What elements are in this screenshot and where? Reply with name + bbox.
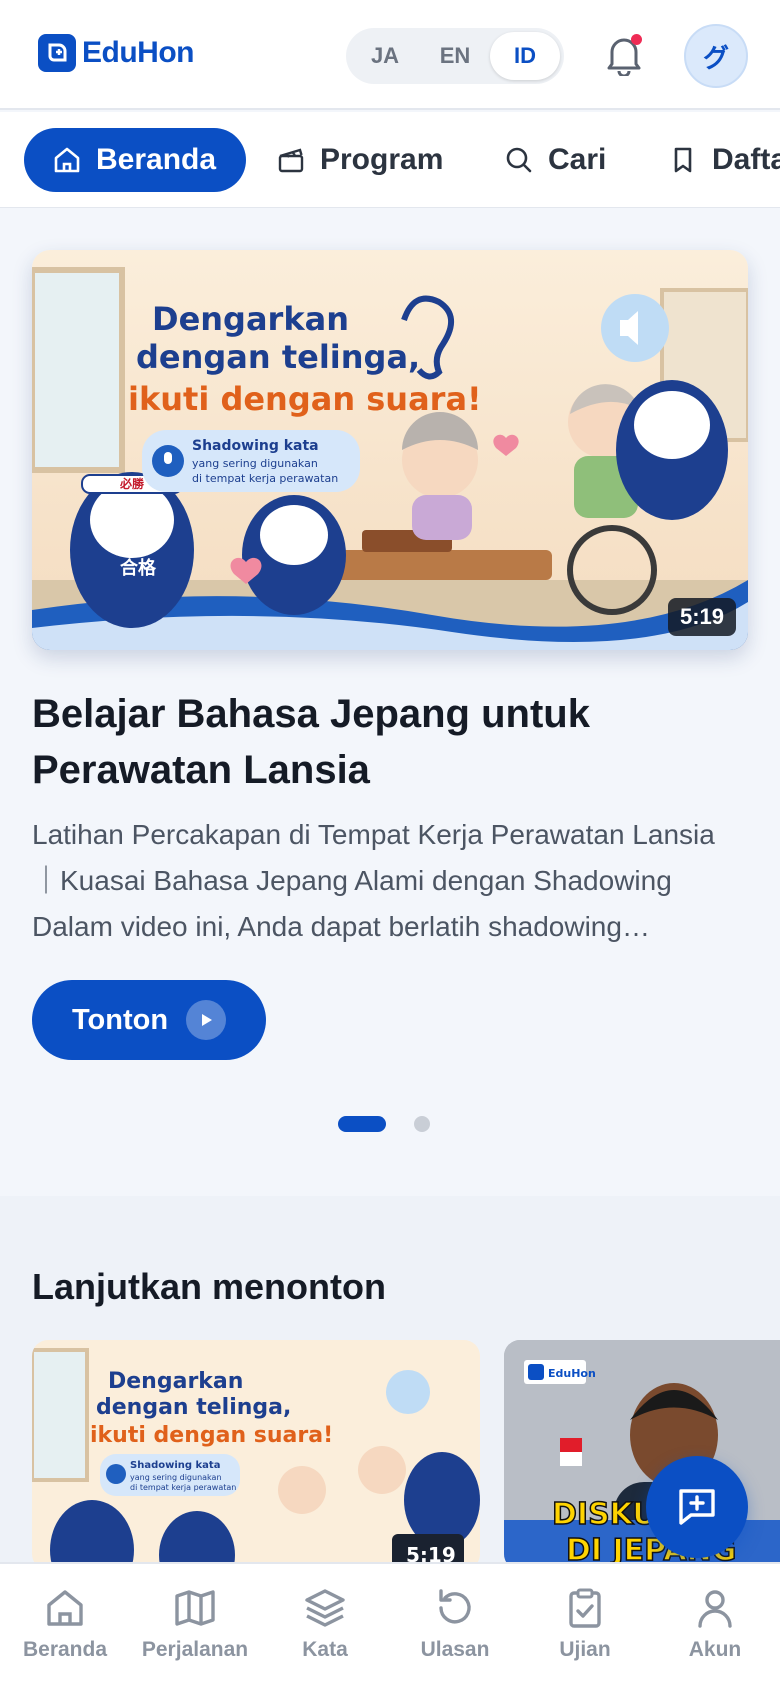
nav-label: Ulasan xyxy=(420,1638,490,1661)
hero-badge-line2: yang sering digunakan xyxy=(192,457,318,470)
app-header: EduHon JA EN ID グ xyxy=(0,0,780,110)
watch-button[interactable]: Tonton xyxy=(32,980,266,1060)
tab-label: Cari xyxy=(548,143,607,176)
tab-program[interactable]: Program xyxy=(276,128,443,192)
hero-belly-text: 合格 xyxy=(120,557,157,579)
nav-label: Beranda xyxy=(22,1638,108,1661)
nav-perjalanan[interactable]: Perjalanan xyxy=(130,1564,260,1688)
nav-label: Ujian xyxy=(559,1638,611,1661)
hero-illustration: 必勝 合格 Dengarkan dengan telinga, ikuti de… xyxy=(32,250,748,650)
hero-title[interactable]: Belajar Bahasa Jepang untuk Perawatan La… xyxy=(32,686,748,798)
play-icon xyxy=(186,1000,227,1040)
nav-label: Akun xyxy=(688,1638,742,1661)
tab-daftar[interactable]: Daftar xyxy=(668,128,780,192)
continue-card-1[interactable]: Dengarkan dengan telinga, ikuti dengan s… xyxy=(32,1340,480,1570)
hero-headband-text: 必勝 xyxy=(119,476,145,491)
nav-kata[interactable]: Kata xyxy=(260,1564,390,1688)
layers-icon xyxy=(305,1589,345,1627)
top-tabs: Beranda Program Cari Daftar xyxy=(0,112,780,208)
search-icon xyxy=(506,147,532,173)
card-1-badge-line2: yang sering digunakan xyxy=(130,1473,222,1482)
bookmark-icon xyxy=(674,147,692,173)
carousel-indicator xyxy=(338,1116,430,1132)
tab-cari[interactable]: Cari xyxy=(504,128,606,192)
logo-mark-icon xyxy=(38,34,76,72)
clapperboard-icon xyxy=(278,148,304,173)
avatar[interactable]: グ xyxy=(684,24,748,88)
home-icon xyxy=(54,147,80,173)
tab-label: Beranda xyxy=(96,143,217,176)
feedback-fab-button[interactable] xyxy=(646,1456,748,1558)
nav-ujian[interactable]: Ujian xyxy=(520,1564,650,1688)
card-1-headline-1: Dengarkan xyxy=(108,1369,243,1394)
hero-headline-3: ikuti dengan suara! xyxy=(128,380,482,418)
hero-thumbnail[interactable]: 必勝 合格 Dengarkan dengan telinga, ikuti de… xyxy=(32,250,748,650)
language-switcher: JA EN ID xyxy=(346,28,564,84)
hero-headline-2: dengan telinga, xyxy=(136,338,420,376)
card-1-badge-line3: di tempat kerja perawatan xyxy=(130,1483,236,1492)
clipboard-check-icon xyxy=(569,1588,601,1628)
lang-id-button[interactable]: ID xyxy=(490,32,560,80)
carousel-dot[interactable] xyxy=(414,1116,430,1132)
map-icon xyxy=(175,1590,215,1626)
notification-bell-icon[interactable] xyxy=(604,32,644,78)
tab-label: Program xyxy=(320,143,444,176)
bottom-navigation: Beranda Perjalanan Kata Ulasan Ujian Aku… xyxy=(0,1562,780,1688)
message-plus-icon xyxy=(679,1489,715,1525)
nav-label: Kata xyxy=(302,1638,348,1661)
nav-beranda[interactable]: Beranda xyxy=(0,1564,130,1688)
tab-beranda[interactable]: Beranda xyxy=(24,128,247,192)
hero-description: Latihan Percakapan di Tempat Kerja Peraw… xyxy=(32,819,715,942)
home-icon xyxy=(47,1590,83,1626)
carousel-dot-active[interactable] xyxy=(338,1116,386,1132)
nav-akun[interactable]: Akun xyxy=(650,1564,780,1688)
lang-ja-button[interactable]: JA xyxy=(350,32,420,80)
hero-badge-title: Shadowing kata xyxy=(192,438,319,454)
notification-badge xyxy=(631,34,642,45)
card-1-thumbnail: Dengarkan dengan telinga, ikuti dengan s… xyxy=(32,1340,480,1570)
section-title: Lanjutkan menonton xyxy=(32,1266,386,1307)
card-1-badge-title: Shadowing kata xyxy=(130,1460,220,1471)
tab-label: Daftar xyxy=(712,143,780,176)
lang-en-button[interactable]: EN xyxy=(420,32,490,80)
hero-badge-line3: di tempat kerja perawatan xyxy=(192,472,338,485)
nav-ulasan[interactable]: Ulasan xyxy=(390,1564,520,1688)
card-2-brand: EduHon xyxy=(548,1367,596,1380)
rotate-icon xyxy=(439,1589,471,1624)
user-icon xyxy=(698,1590,732,1628)
nav-label: Perjalanan xyxy=(141,1638,249,1661)
card-1-headline-3: ikuti dengan suara! xyxy=(90,1423,333,1448)
video-duration-badge: 5:19 xyxy=(667,598,736,636)
hero-headline-1: Dengarkan xyxy=(152,300,349,338)
logo-text: EduHon xyxy=(82,36,194,69)
watch-label: Tonton xyxy=(71,1003,169,1036)
card-1-headline-2: dengan telinga, xyxy=(96,1395,291,1420)
logo[interactable]: EduHon xyxy=(38,34,194,72)
